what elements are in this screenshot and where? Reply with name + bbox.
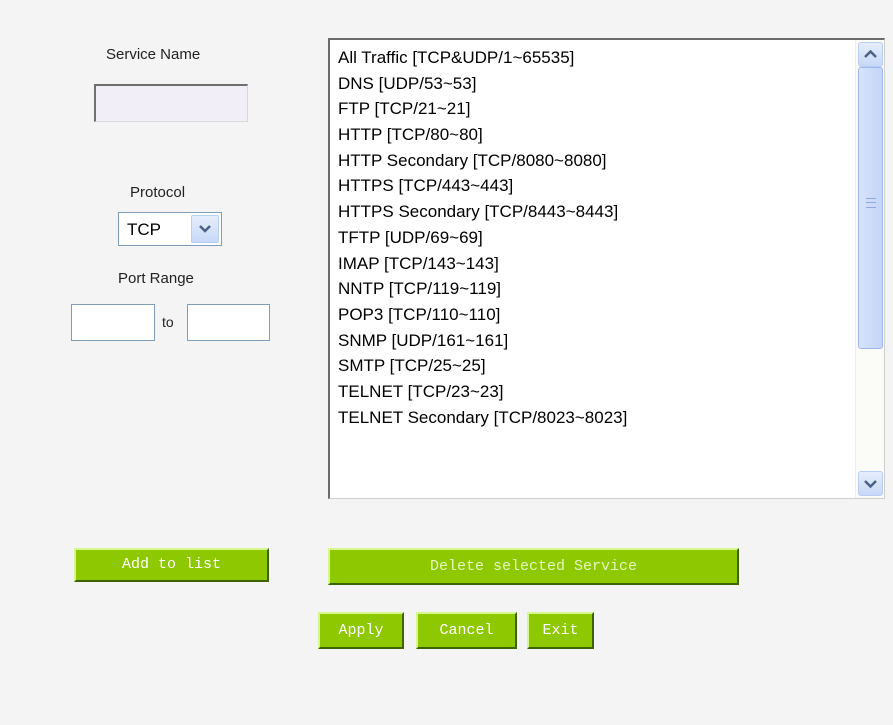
port-to-input[interactable] xyxy=(187,304,270,341)
apply-button[interactable]: Apply xyxy=(318,612,404,649)
service-list-item[interactable]: POP3 [TCP/110~110] xyxy=(338,302,627,328)
protocol-select[interactable]: TCP xyxy=(118,212,222,246)
to-label: to xyxy=(162,314,174,330)
service-list-item[interactable]: HTTPS [TCP/443~443] xyxy=(338,173,627,199)
service-list-item[interactable]: TELNET [TCP/23~23] xyxy=(338,379,627,405)
service-list-item[interactable]: NNTP [TCP/119~119] xyxy=(338,276,627,302)
service-list-item[interactable]: HTTP Secondary [TCP/8080~8080] xyxy=(338,148,627,174)
service-list-item[interactable]: SMTP [TCP/25~25] xyxy=(338,353,627,379)
service-list-item[interactable]: HTTP [TCP/80~80] xyxy=(338,122,627,148)
add-to-list-button[interactable]: Add to list xyxy=(74,548,269,582)
service-list-item[interactable]: TFTP [UDP/69~69] xyxy=(338,225,627,251)
chevron-down-icon[interactable] xyxy=(191,215,219,243)
scrollbar-thumb[interactable] xyxy=(858,67,883,349)
service-list-item[interactable]: FTP [TCP/21~21] xyxy=(338,96,627,122)
service-name-label: Service Name xyxy=(106,46,201,63)
service-list-item[interactable]: All Traffic [TCP&UDP/1~65535] xyxy=(338,45,627,71)
port-from-input[interactable] xyxy=(71,304,155,341)
service-list-item[interactable]: HTTPS Secondary [TCP/8443~8443] xyxy=(338,199,627,225)
protocol-label: Protocol xyxy=(130,184,186,201)
service-name-input[interactable] xyxy=(94,84,248,122)
chevron-down-icon[interactable] xyxy=(858,471,883,496)
port-range-label: Port Range xyxy=(118,270,194,287)
exit-button[interactable]: Exit xyxy=(527,612,594,649)
service-list-items: All Traffic [TCP&UDP/1~65535] DNS [UDP/53… xyxy=(338,45,627,430)
service-list-scrollbar[interactable] xyxy=(855,40,884,498)
service-list-item[interactable]: TELNET Secondary [TCP/8023~8023] xyxy=(338,405,627,431)
chevron-up-icon[interactable] xyxy=(858,42,883,67)
delete-selected-service-button[interactable]: Delete selected Service xyxy=(328,548,739,585)
service-list-item[interactable]: SNMP [UDP/161~161] xyxy=(338,328,627,354)
protocol-selected-value: TCP xyxy=(127,220,161,239)
service-list[interactable]: All Traffic [TCP&UDP/1~65535] DNS [UDP/53… xyxy=(328,38,885,499)
cancel-button[interactable]: Cancel xyxy=(416,612,517,649)
service-list-item[interactable]: DNS [UDP/53~53] xyxy=(338,71,627,97)
service-list-item[interactable]: IMAP [TCP/143~143] xyxy=(338,251,627,277)
